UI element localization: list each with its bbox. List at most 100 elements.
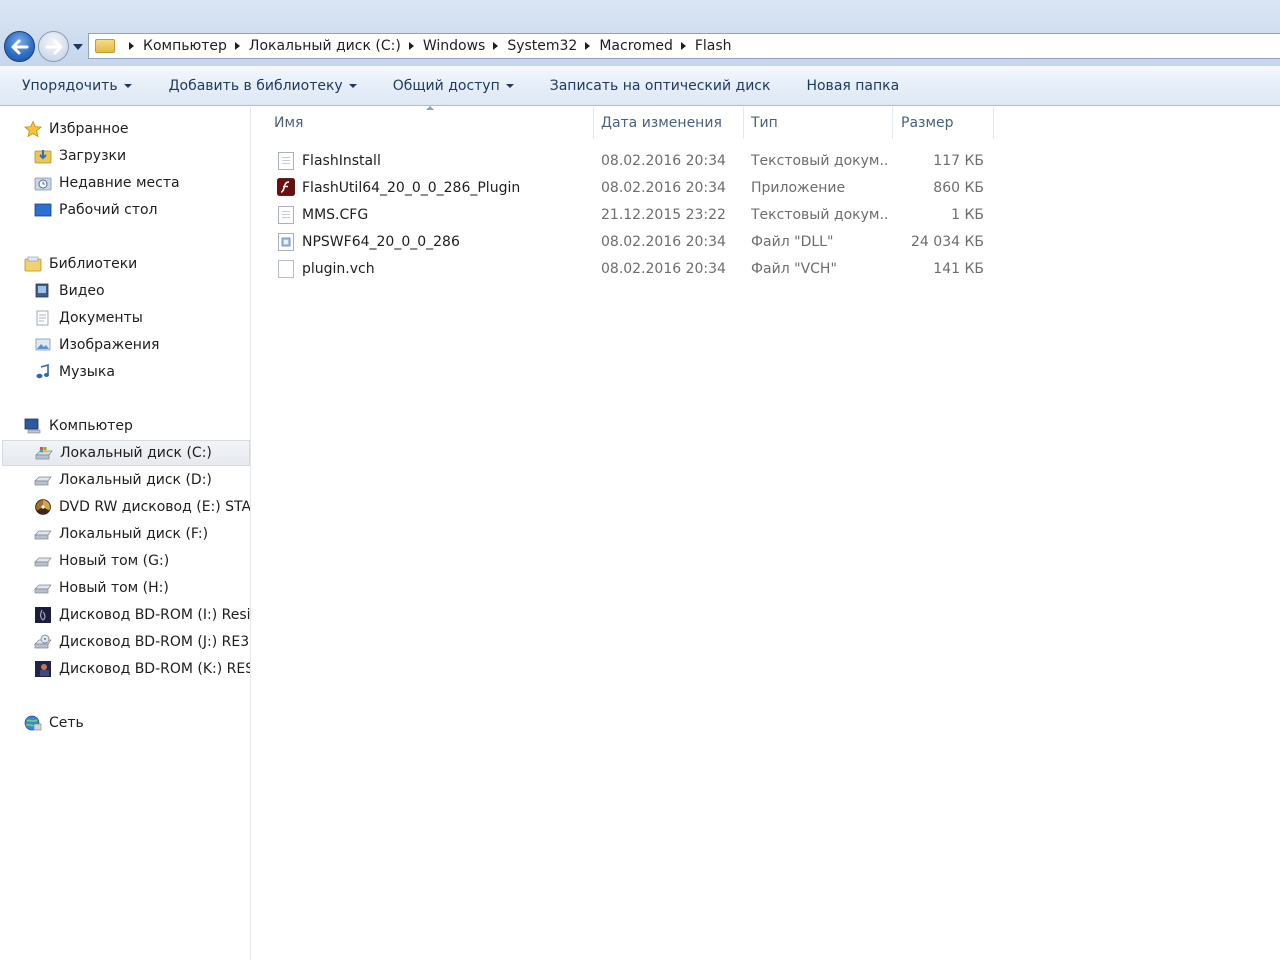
blank-file-icon xyxy=(278,260,294,278)
breadcrumb-separator-icon[interactable] xyxy=(234,42,240,50)
navigation-bar: Компьютер Локальный диск (C:) Windows Sy… xyxy=(0,0,1280,66)
sidebar-item-desktop[interactable]: Рабочий стол xyxy=(0,197,250,223)
sidebar-item-recent-places[interactable]: Недавние места xyxy=(0,170,250,196)
text-file-icon xyxy=(278,206,294,224)
sidebar-item-drive-c[interactable]: Локальный диск (C:) xyxy=(2,440,250,466)
breadcrumb-item[interactable]: Локальный диск (C:) xyxy=(249,38,401,54)
forward-arrow-icon xyxy=(45,39,62,54)
file-size: 1 КБ xyxy=(951,207,984,223)
sidebar-item-drive-d[interactable]: Локальный диск (D:) xyxy=(0,467,250,493)
desktop-icon xyxy=(34,203,52,217)
sidebar-item-downloads[interactable]: Загрузки xyxy=(0,143,250,169)
folder-icon xyxy=(95,39,115,53)
sidebar-item-label: Видео xyxy=(59,283,105,299)
column-divider[interactable] xyxy=(743,107,744,139)
recent-pages-dropdown[interactable] xyxy=(72,42,84,52)
sidebar-item-music[interactable]: Музыка xyxy=(0,359,250,385)
breadcrumb-item[interactable]: System32 xyxy=(507,38,577,54)
forward-button[interactable] xyxy=(38,31,69,62)
breadcrumb-separator-icon[interactable] xyxy=(129,42,134,50)
column-divider[interactable] xyxy=(892,107,893,139)
sidebar-item-drive-k[interactable]: Дисковод BD-ROM (K:) RESI xyxy=(0,656,251,682)
column-header-date[interactable]: Дата изменения xyxy=(601,107,743,139)
file-row[interactable]: MMS.CFG 21.12.2015 23:22 Текстовый докум… xyxy=(274,202,994,229)
flash-app-icon xyxy=(277,178,295,197)
bd-rom-disc-icon xyxy=(35,661,51,677)
breadcrumb-separator-icon[interactable] xyxy=(585,42,591,50)
breadcrumb-item[interactable]: Компьютер xyxy=(143,38,227,54)
sidebar-item-drive-g[interactable]: Новый том (G:) xyxy=(0,548,250,574)
column-divider[interactable] xyxy=(993,107,994,139)
breadcrumb-separator-icon[interactable] xyxy=(493,42,499,50)
back-button[interactable] xyxy=(4,31,35,62)
breadcrumb-item[interactable]: Windows xyxy=(423,38,486,54)
file-date: 08.02.2016 20:34 xyxy=(601,234,726,250)
sidebar-group-label: Компьютер xyxy=(49,418,133,434)
system-drive-icon xyxy=(35,447,53,460)
file-date: 08.02.2016 20:34 xyxy=(601,180,726,196)
burn-disc-button[interactable]: Записать на оптический диск xyxy=(550,66,771,106)
file-name: FlashUtil64_20_0_0_286_Plugin xyxy=(302,180,521,196)
address-bar[interactable]: Компьютер Локальный диск (C:) Windows Sy… xyxy=(88,33,1280,59)
share-button[interactable]: Общий доступ xyxy=(393,66,514,106)
sidebar-item-drive-j[interactable]: Дисковод BD-ROM (J:) RE3 xyxy=(0,629,250,655)
breadcrumb-item[interactable]: Flash xyxy=(695,38,732,54)
breadcrumb-separator-icon[interactable] xyxy=(408,42,414,50)
sidebar-item-label: Дисковод BD-ROM (I:) Resid xyxy=(59,607,251,623)
file-date: 08.02.2016 20:34 xyxy=(601,261,726,277)
column-header-type[interactable]: Тип xyxy=(751,107,891,139)
breadcrumb-item[interactable]: Macromed xyxy=(599,38,673,54)
back-arrow-icon xyxy=(11,39,28,54)
chevron-down-icon xyxy=(123,83,132,88)
sidebar-item-label: Изображения xyxy=(59,337,160,353)
sidebar-item-label: Дисковод BD-ROM (K:) RESI xyxy=(59,661,251,677)
sidebar-group-libraries[interactable]: Библиотеки xyxy=(0,251,250,277)
file-name: FlashInstall xyxy=(302,153,381,169)
sidebar-item-label: DVD RW дисковод (E:) STALI xyxy=(59,499,251,515)
file-row[interactable]: FlashUtil64_20_0_0_286_Plugin 08.02.2016… xyxy=(274,175,994,202)
file-row[interactable]: FlashInstall 08.02.2016 20:34 Текстовый … xyxy=(274,148,994,175)
sidebar-group-label: Избранное xyxy=(49,121,129,137)
column-header-label: Имя xyxy=(274,115,304,131)
star-icon xyxy=(24,121,42,137)
bd-rom-drive-icon xyxy=(34,634,52,649)
sidebar-item-drive-e[interactable]: DVD RW дисковод (E:) STALI xyxy=(0,494,251,520)
column-header-name[interactable]: Имя xyxy=(274,107,594,139)
downloads-folder-icon xyxy=(34,150,52,164)
new-folder-button[interactable]: Новая папка xyxy=(806,66,899,106)
sidebar-item-video[interactable]: Видео xyxy=(0,278,250,304)
file-type: Файл "VCH" xyxy=(751,261,837,277)
column-divider[interactable] xyxy=(593,107,594,139)
file-row[interactable]: plugin.vch 08.02.2016 20:34 Файл "VCH" 1… xyxy=(274,256,994,283)
sidebar-item-label: Новый том (H:) xyxy=(59,580,169,596)
sidebar-group-label: Сеть xyxy=(49,715,84,731)
file-size: 117 КБ xyxy=(933,153,984,169)
sidebar-item-drive-i[interactable]: Дисковод BD-ROM (I:) Resid xyxy=(0,602,251,628)
sidebar-item-drive-f[interactable]: Локальный диск (F:) xyxy=(0,521,250,547)
hard-drive-icon xyxy=(34,476,52,486)
video-library-icon xyxy=(35,283,49,298)
file-size: 141 КБ xyxy=(933,261,984,277)
file-type: Текстовый докум... xyxy=(751,207,887,223)
sidebar-item-label: Недавние места xyxy=(59,175,180,191)
sidebar-group-computer[interactable]: Компьютер xyxy=(0,413,250,439)
sidebar-group-network[interactable]: Сеть xyxy=(0,710,250,736)
file-date: 21.12.2015 23:22 xyxy=(601,207,726,223)
sidebar-item-drive-h[interactable]: Новый том (H:) xyxy=(0,575,250,601)
sidebar-group-favorites[interactable]: Избранное xyxy=(0,116,250,142)
add-to-library-button[interactable]: Добавить в библиотеку xyxy=(169,66,357,106)
column-header-size[interactable]: Размер xyxy=(901,107,993,139)
file-row[interactable]: NPSWF64_20_0_0_286 08.02.2016 20:34 Файл… xyxy=(274,229,994,256)
sidebar-item-label: Музыка xyxy=(59,364,115,380)
hard-drive-icon xyxy=(34,530,52,540)
breadcrumb-separator-icon[interactable] xyxy=(680,42,686,50)
libraries-icon xyxy=(24,256,42,272)
column-header-label: Тип xyxy=(751,115,778,131)
sidebar-item-label: Рабочий стол xyxy=(59,202,158,218)
sidebar-item-pictures[interactable]: Изображения xyxy=(0,332,250,358)
organize-button[interactable]: Упорядочить xyxy=(22,66,132,106)
file-size: 24 034 КБ xyxy=(911,234,984,250)
recent-places-icon xyxy=(34,177,52,191)
computer-icon xyxy=(24,418,41,434)
sidebar-item-documents[interactable]: Документы xyxy=(0,305,250,331)
